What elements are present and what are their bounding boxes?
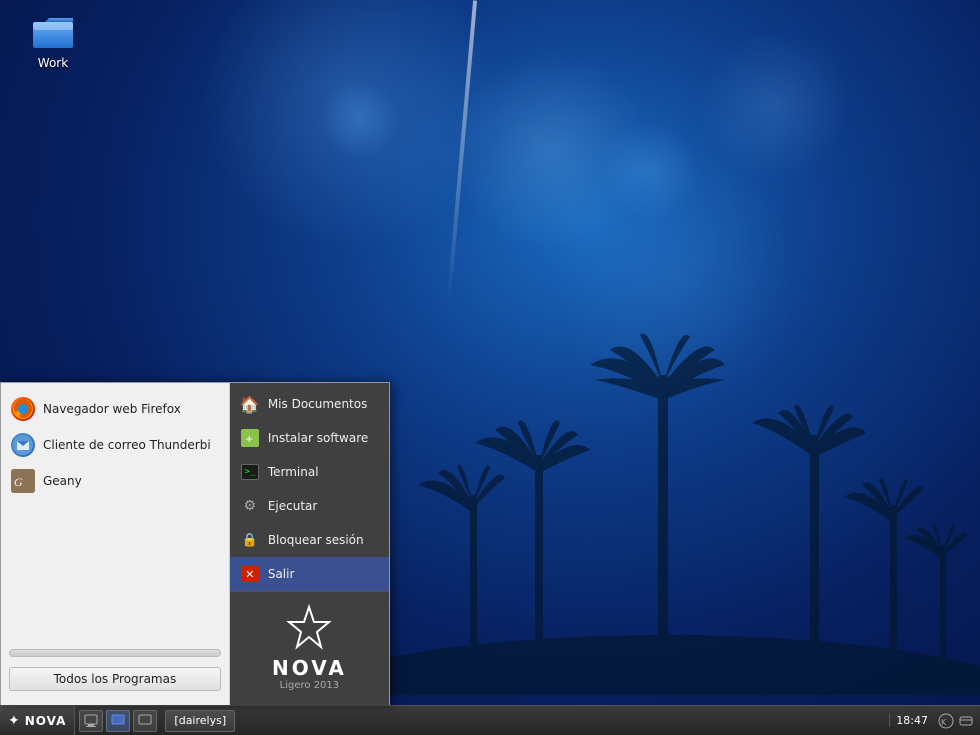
exit-icon: ✕ [240,564,260,584]
taskbar-window-label: [dairelys] [174,714,226,727]
tray-icon-2[interactable] [958,713,974,729]
taskbar-clock: 18:47 [889,714,934,727]
work-folder-icon[interactable]: Work [18,8,88,70]
all-programs-button[interactable]: Todos los Programas [9,667,221,691]
ejecutar-label: Ejecutar [268,499,318,513]
mis-documentos-label: Mis Documentos [268,397,368,411]
salir-label: Salir [268,567,295,581]
firefox-label: Navegador web Firefox [43,402,181,416]
taskbar-app-btn-2[interactable] [106,710,130,732]
nova-star-logo [284,604,334,654]
geany-icon: G [11,469,35,493]
start-button[interactable]: ✦ NOVA [0,706,75,735]
geany-label: Geany [43,474,82,488]
folder-svg [29,8,77,56]
menu-actions: 🏠 Mis Documentos + Instalar software >_ [230,383,389,705]
palm-silhouettes: .palm { fill: #041830; } [350,295,980,695]
bloquear-label: Bloquear sesión [268,533,364,547]
menu-scrollbar[interactable] [9,649,221,657]
svg-text:G: G [14,475,23,489]
menu-salir[interactable]: ✕ Salir [230,557,389,591]
nova-name: NOVA [272,656,347,680]
desktop: .palm { fill: #041830; } [0,0,980,735]
instalar-label: Instalar software [268,431,368,445]
menu-ejecutar[interactable]: ⚙ Ejecutar [230,489,389,523]
menu-bloquear-sesion[interactable]: 🔒 Bloquear sesión [230,523,389,557]
taskbar-apps [75,710,161,732]
gear-icon: ⚙ [240,496,260,516]
nova-tagline: Ligero 2013 [280,680,340,691]
home-icon: 🏠 [240,394,260,414]
terminal-label: Terminal [268,465,319,479]
menu-terminal[interactable]: >_ Terminal [230,455,389,489]
nova-branding: NOVA Ligero 2013 [230,591,389,701]
menu-thunderbird[interactable]: Cliente de correo Thunderbi [1,427,229,463]
menu-instalar-software[interactable]: + Instalar software [230,421,389,455]
start-menu: Navegador web Firefox Cliente de correo … [0,382,390,705]
menu-firefox[interactable]: Navegador web Firefox [1,391,229,427]
thunderbird-icon [11,433,35,457]
taskbar-start-label: NOVA [25,714,67,728]
svg-text:K: K [941,718,947,727]
terminal-icon: >_ [240,462,260,482]
taskbar-nova-star: ✦ [8,713,21,729]
taskbar: ✦ NOVA [0,705,980,735]
firefox-icon [11,397,35,421]
kde-icon[interactable]: K [938,713,954,729]
thunderbird-label: Cliente de correo Thunderbi [43,438,211,452]
work-folder-label: Work [38,56,68,70]
taskbar-app-btn-3[interactable] [133,710,157,732]
svg-text:+: + [245,434,253,445]
taskbar-app-btn-1[interactable] [79,710,103,732]
lock-icon: 🔒 [240,530,260,550]
taskbar-tray: 18:47 K [883,713,980,729]
install-icon: + [240,428,260,448]
taskbar-window[interactable]: [dairelys] [165,710,235,732]
menu-mis-documentos[interactable]: 🏠 Mis Documentos [230,387,389,421]
menu-geany[interactable]: G Geany [1,463,229,499]
menu-recent-apps: Navegador web Firefox Cliente de correo … [1,383,230,705]
